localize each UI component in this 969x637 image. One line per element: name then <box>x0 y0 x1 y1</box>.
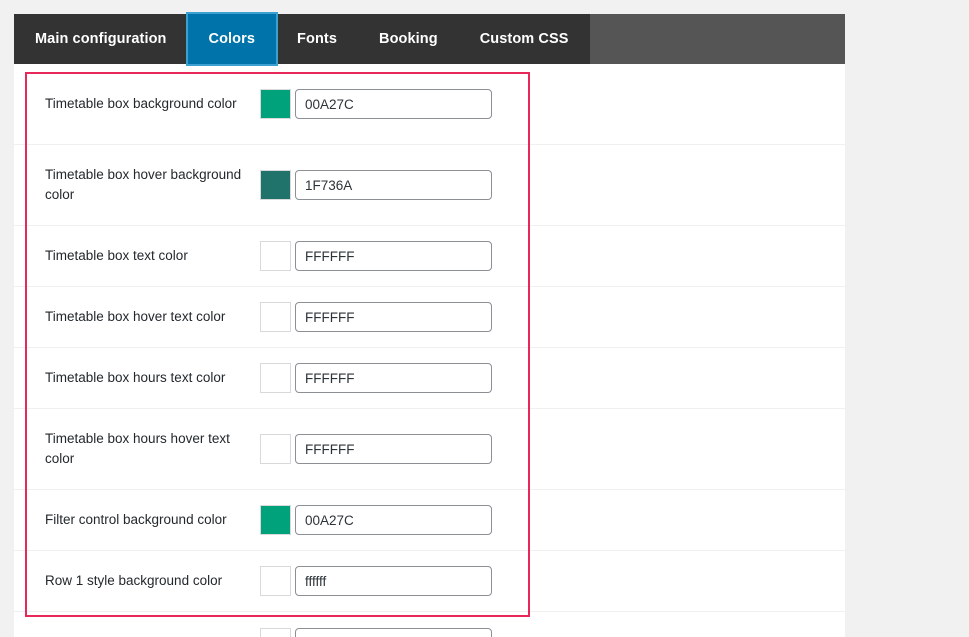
settings-row-label: Timetable box background color <box>45 96 237 111</box>
settings-row-label: Timetable box hours text color <box>45 370 226 385</box>
settings-row-label: Timetable box hover text color <box>45 309 226 324</box>
settings-row: Timetable box hours text color <box>14 348 845 409</box>
color-hex-input[interactable] <box>295 89 492 119</box>
settings-page: Main configuration Colors Fonts Booking Cust… <box>0 0 969 637</box>
settings-row: Timetable box hover text color <box>14 287 845 348</box>
color-hex-input[interactable] <box>295 363 492 393</box>
settings-row: Timetable box text color <box>14 226 845 287</box>
color-control <box>260 505 492 535</box>
color-hex-input[interactable] <box>295 627 492 637</box>
color-hex-input[interactable] <box>295 566 492 596</box>
tab-booking[interactable]: Booking <box>358 14 459 64</box>
color-swatch[interactable] <box>260 627 291 637</box>
tab-fonts[interactable]: Fonts <box>276 14 358 64</box>
color-control <box>260 566 492 596</box>
color-control <box>260 302 492 332</box>
settings-row: Timetable box background color <box>14 64 845 145</box>
settings-row: Row 1 style background color <box>14 551 845 612</box>
color-hex-input[interactable] <box>295 170 492 200</box>
settings-row-label: Row 1 style background color <box>45 573 223 588</box>
color-hex-input[interactable] <box>295 241 492 271</box>
settings-row: Timetable box hover background color <box>14 145 845 226</box>
color-hex-input[interactable] <box>295 434 492 464</box>
settings-row-label: Timetable box hover background color <box>45 167 242 202</box>
color-swatch[interactable] <box>260 241 291 271</box>
color-swatch[interactable] <box>260 302 291 332</box>
color-swatch[interactable] <box>260 566 291 596</box>
color-hex-input[interactable] <box>295 302 492 332</box>
tab-main-configuration[interactable]: Main configuration <box>14 14 188 64</box>
color-control <box>260 434 492 464</box>
settings-row-label: Filter control background color <box>45 512 227 527</box>
settings-row <box>14 612 845 637</box>
colors-settings-form: Timetable box background color Timetable … <box>14 64 845 637</box>
color-swatch[interactable] <box>260 505 291 535</box>
tabbar-items: Main configuration Colors Fonts Booking Cust… <box>14 14 590 64</box>
color-swatch[interactable] <box>260 89 291 119</box>
color-control <box>260 363 492 393</box>
color-swatch[interactable] <box>260 363 291 393</box>
color-control <box>260 627 492 637</box>
settings-row-label: Timetable box text color <box>45 248 188 263</box>
settings-panel: Timetable box background color Timetable … <box>14 64 845 637</box>
color-control <box>260 89 492 119</box>
color-control <box>260 170 492 200</box>
settings-row-label: Timetable box hours hover text color <box>45 431 230 466</box>
color-hex-input[interactable] <box>295 505 492 535</box>
settings-row: Filter control background color <box>14 490 845 551</box>
settings-row: Timetable box hours hover text color <box>14 409 845 490</box>
settings-tabbar: Main configuration Colors Fonts Booking Cust… <box>14 14 845 64</box>
color-swatch[interactable] <box>260 170 291 200</box>
color-control <box>260 241 492 271</box>
tab-colors[interactable]: Colors <box>187 14 277 64</box>
tab-custom-css[interactable]: Custom CSS <box>459 14 590 64</box>
color-swatch[interactable] <box>260 434 291 464</box>
